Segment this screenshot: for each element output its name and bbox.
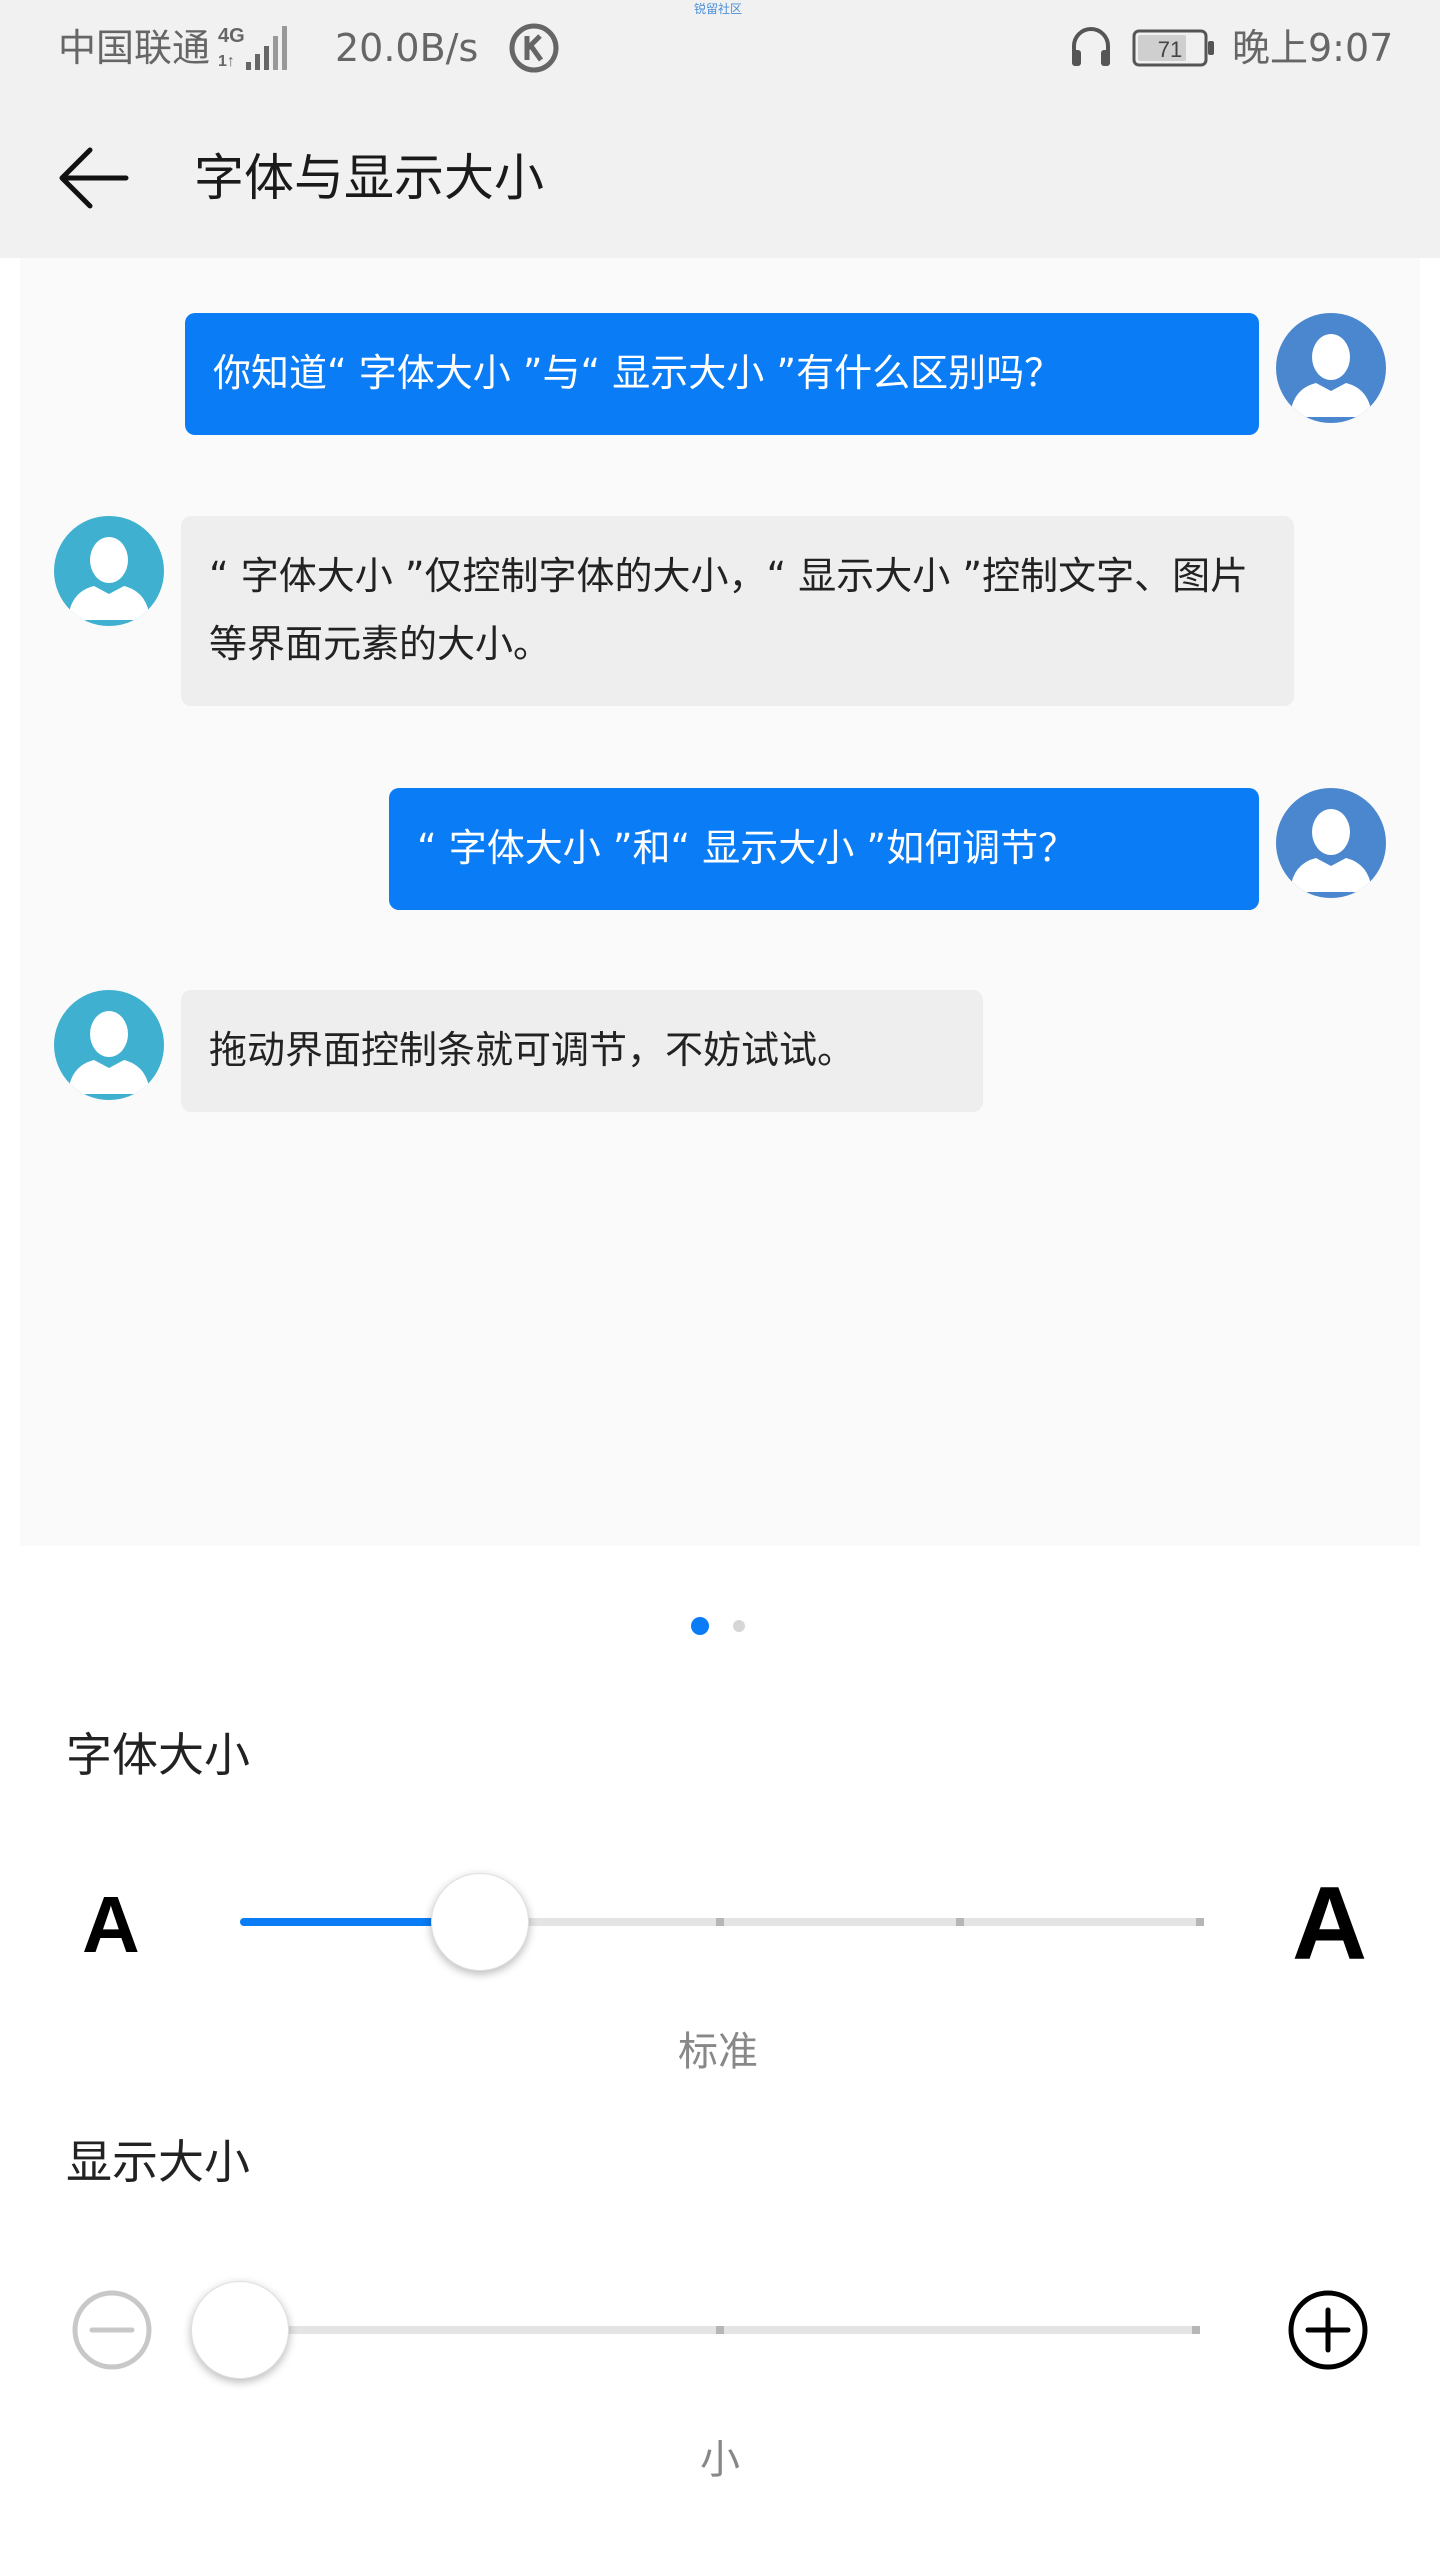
status-bar: 锐留社区 中国联通 4G 1↑ 20.0B/s 71 晚上9:07: [0, 0, 1440, 98]
network-speed: 20.0B/s: [335, 26, 479, 70]
headset-icon: [1072, 27, 1110, 66]
slider-tick: [1196, 1918, 1204, 1926]
large-font-glyph: A: [1292, 1866, 1368, 1982]
display-size-slider-thumb[interactable]: [191, 2281, 289, 2379]
avatar: [1276, 788, 1386, 898]
plus-circle-icon[interactable]: [1286, 2288, 1370, 2372]
avatar: [54, 990, 164, 1100]
clock: 晚上9:07: [1232, 26, 1394, 70]
message-text: 你知道“ 字体大小 ”与“ 显示大小 ”有什么区别吗？: [213, 351, 1063, 395]
page-indicator-dot-active[interactable]: [691, 1617, 709, 1635]
font-size-slider-thumb[interactable]: [431, 1873, 529, 1971]
page-title: 字体与显示大小: [194, 149, 544, 207]
title-bar: 字体与显示大小: [0, 98, 1440, 258]
message-bubble-incoming: “ 字体大小 ”仅控制字体的大小，“ 显示大小 ”控制文字、图片等界面元素的大小…: [181, 516, 1294, 706]
signal-icon: 4G 1↑: [218, 25, 287, 70]
slider-tick: [956, 1918, 964, 1926]
message-bubble-outgoing: “ 字体大小 ”和“ 显示大小 ”如何调节？: [389, 788, 1259, 910]
slider-tick: [716, 1918, 724, 1926]
message-bubble-incoming: 拖动界面控制条就可调节，不妨试试。: [181, 990, 983, 1112]
slider-tick: [1192, 2326, 1200, 2334]
avatar: [1276, 313, 1386, 423]
display-size-label: 显示大小: [66, 2135, 250, 2189]
user-avatar-icon: [68, 537, 150, 620]
user-avatar-icon: [1290, 809, 1372, 892]
font-size-label: 字体大小: [66, 1728, 250, 1782]
minus-circle-icon[interactable]: [70, 2288, 154, 2372]
battery-icon: 71: [1132, 29, 1216, 67]
message-text: “ 字体大小 ”和“ 显示大小 ”如何调节？: [417, 826, 1077, 870]
avatar: [54, 516, 164, 626]
font-size-value: 标准: [678, 2029, 758, 2075]
user-avatar-icon: [68, 1011, 150, 1094]
message-text: “ 字体大小 ”仅控制字体的大小，“ 显示大小 ”控制文字、图片等界面元素的大小…: [209, 554, 1249, 666]
arrow-left-icon[interactable]: [56, 142, 132, 214]
battery-level: 71: [1158, 37, 1182, 62]
watermark: 锐留社区: [694, 2, 743, 16]
user-avatar-icon: [1290, 334, 1372, 417]
svg-text:1↑: 1↑: [218, 53, 235, 70]
display-size-value: 小: [700, 2437, 740, 2483]
carrier-name: 中国联通: [58, 26, 211, 70]
message-bubble-outgoing: 你知道“ 字体大小 ”与“ 显示大小 ”有什么区别吗？: [185, 313, 1259, 435]
k-app-icon: [509, 23, 559, 73]
svg-text:4G: 4G: [218, 25, 245, 47]
message-text: 拖动界面控制条就可调节，不妨试试。: [209, 1028, 856, 1072]
small-font-glyph: A: [82, 1880, 140, 1969]
chat-preview[interactable]: 你知道“ 字体大小 ”与“ 显示大小 ”有什么区别吗？ “ 字体大小 ”仅控制字…: [20, 258, 1420, 1546]
page-indicator-dot[interactable]: [733, 1620, 745, 1632]
slider-tick: [716, 2326, 724, 2334]
